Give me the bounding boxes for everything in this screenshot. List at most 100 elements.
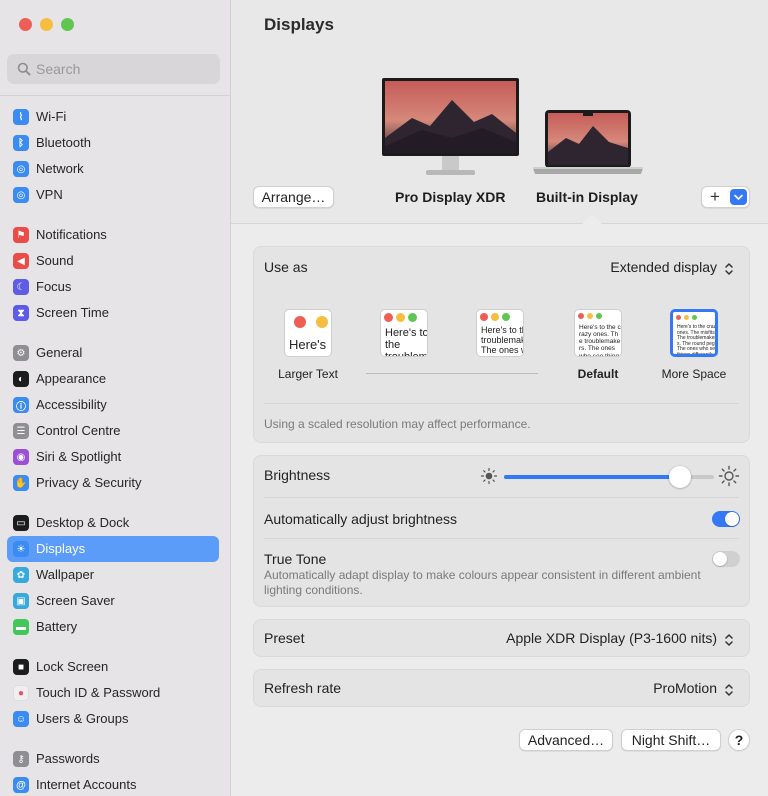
use-as-label: Use as <box>264 259 308 275</box>
add-display-control[interactable]: + <box>701 186 750 208</box>
globe-icon: ◎ <box>13 161 29 177</box>
sidebar-item-sound[interactable]: ◀ Sound <box>7 248 219 274</box>
sidebar-item-general[interactable]: ⚙ General <box>7 340 219 366</box>
moon-icon: ☾ <box>13 279 29 295</box>
sidebar-item-label: Sound <box>36 253 74 268</box>
search-input[interactable]: Search <box>7 54 220 84</box>
sidebar-item-passwords[interactable]: ⚷ Passwords <box>7 746 219 772</box>
pro-display-xdr-label[interactable]: Pro Display XDR <box>395 189 505 205</box>
sidebar-item-wallpaper[interactable]: ✿ Wallpaper <box>7 562 219 588</box>
close-window-button[interactable] <box>19 18 32 31</box>
sidebar-item-network[interactable]: ◎ Network <box>7 156 219 182</box>
sidebar-item-wi-fi[interactable]: ⌇ Wi-Fi <box>7 104 219 130</box>
sidebar-item-label: Appearance <box>36 371 107 386</box>
sidebar-item-battery[interactable]: ▬ Battery <box>7 614 219 640</box>
sidebar-item-accessibility[interactable]: ⓘ Accessibility <box>7 392 219 418</box>
brightness-panel: Brightness Automatically adjust brightne… <box>253 455 750 607</box>
sidebar-item-label: Screen Time <box>36 305 109 320</box>
sidebar-item-label: Touch ID & Password <box>36 685 161 700</box>
sidebar-divider <box>0 95 231 96</box>
sidebar-item-vpn[interactable]: ◎ VPN <box>7 182 219 208</box>
divider <box>264 403 739 404</box>
brightness-slider-knob[interactable] <box>669 466 691 488</box>
minimize-window-button[interactable] <box>40 18 53 31</box>
hand-icon: ✋ <box>13 475 29 491</box>
sidebar-item-desktop-and-dock[interactable]: ▭ Desktop & Dock <box>7 510 219 536</box>
arrange-button[interactable]: Arrange… <box>253 186 334 208</box>
monitor-icon <box>382 78 519 175</box>
help-button[interactable]: ? <box>728 729 750 751</box>
sidebar-item-users-and-groups[interactable]: ☺ Users & Groups <box>7 706 219 732</box>
built-in-display-thumbnail[interactable] <box>531 108 645 178</box>
divider <box>264 497 739 498</box>
sidebar-item-control-centre[interactable]: ☰ Control Centre <box>7 418 219 444</box>
sidebar-item-label: Screen Saver <box>36 593 115 608</box>
sidebar-item-bluetooth[interactable]: ᛒ Bluetooth <box>7 130 219 156</box>
stepper-chevrons-icon <box>725 263 733 275</box>
accessibility-icon: ⓘ <box>13 397 29 413</box>
search-icon <box>17 62 31 76</box>
scaled-resolution-note: Using a scaled resolution may affect per… <box>264 417 531 431</box>
sidebar-item-displays[interactable]: ☀ Displays <box>7 536 219 562</box>
sidebar-item-screen-saver[interactable]: ▣ Screen Saver <box>7 588 219 614</box>
use-as-value[interactable]: Extended display <box>610 259 717 275</box>
bluetooth-icon: ᛒ <box>13 135 29 151</box>
sidebar-item-lock-screen[interactable]: ■ Lock Screen <box>7 654 219 680</box>
preview-window-controls <box>384 313 417 322</box>
refresh-rate-value[interactable]: ProMotion <box>653 680 717 696</box>
preview-sample-text: Here's to the troublemakers. <box>385 327 428 356</box>
brightness-slider-fill <box>504 475 680 479</box>
sidebar-item-label: Siri & Spotlight <box>36 449 122 464</box>
display-arrangement-area: Displays Arrange… Pro Display XDR Built-… <box>231 0 768 224</box>
stepper-chevrons-icon <box>725 684 733 696</box>
night-shift-button[interactable]: Night Shift… <box>621 729 721 751</box>
sidebar-item-notifications[interactable]: ⚑ Notifications <box>7 222 219 248</box>
fingerprint-icon: ● <box>13 685 29 701</box>
sidebar-item-label: Passwords <box>36 751 100 766</box>
sidebar-item-siri-and-spotlight[interactable]: ◉ Siri & Spotlight <box>7 444 219 470</box>
resolution-preview: Here's to the crazy ones. The troublemak… <box>574 309 622 357</box>
at-icon: @ <box>13 777 29 793</box>
pro-display-xdr-thumbnail[interactable] <box>382 78 519 178</box>
sun-small-icon <box>480 467 498 485</box>
auto-brightness-toggle[interactable] <box>712 511 740 527</box>
preset-panel: Preset Apple XDR Display (P3-1600 nits) <box>253 619 750 657</box>
sun-large-icon <box>718 465 740 487</box>
siri-icon: ◉ <box>13 449 29 465</box>
true-tone-toggle[interactable] <box>712 551 740 567</box>
sidebar-item-label: Wallpaper <box>36 567 95 582</box>
zoom-window-button[interactable] <box>61 18 74 31</box>
refresh-rate-popup[interactable]: ProMotion <box>653 678 735 700</box>
preset-value[interactable]: Apple XDR Display (P3-1600 nits) <box>506 630 717 646</box>
toggle-knob <box>725 512 739 526</box>
sidebar-item-label: Focus <box>36 279 72 294</box>
sidebar-item-appearance[interactable]: ◐ Appearance <box>7 366 219 392</box>
resolution-slider-track <box>366 373 538 374</box>
vpn-globe-icon: ◎ <box>13 187 29 203</box>
dock-icon: ▭ <box>13 515 29 531</box>
sidebar-item-label: VPN <box>36 187 63 202</box>
resolution-preview: Here's <box>284 309 332 357</box>
sidebar-item-label: Users & Groups <box>36 711 129 726</box>
true-tone-label: True Tone <box>264 551 327 567</box>
divider <box>264 538 739 539</box>
preset-popup[interactable]: Apple XDR Display (P3-1600 nits) <box>506 628 735 650</box>
sidebar-item-screen-time[interactable]: ⧗ Screen Time <box>7 300 219 326</box>
add-display-button[interactable]: + <box>710 187 720 207</box>
sidebar-item-touch-id-and-password[interactable]: ● Touch ID & Password <box>7 680 219 706</box>
sidebar-item-privacy-and-security[interactable]: ✋ Privacy & Security <box>7 470 219 496</box>
sidebar: Search ⌇ Wi-Fi ᛒ Bluetooth ◎ Network ◎ VPN ⚑ Noti… <box>0 0 231 796</box>
add-display-dropdown[interactable] <box>730 189 747 205</box>
advanced-button[interactable]: Advanced… <box>519 729 613 751</box>
search-placeholder: Search <box>36 61 81 77</box>
speaker-icon: ◀ <box>13 253 29 269</box>
sidebar-item-focus[interactable]: ☾ Focus <box>7 274 219 300</box>
built-in-display-label[interactable]: Built-in Display <box>536 189 638 205</box>
toggle-knob <box>713 552 727 566</box>
resolution-label: More Space <box>661 367 727 381</box>
brightness-slider[interactable] <box>504 466 714 488</box>
sidebar-item-internet-accounts[interactable]: @ Internet Accounts <box>7 772 219 796</box>
refresh-rate-panel: Refresh rate ProMotion <box>253 669 750 707</box>
use-as-popup[interactable]: Extended display <box>610 257 735 279</box>
gear-icon: ⚙ <box>13 345 29 361</box>
